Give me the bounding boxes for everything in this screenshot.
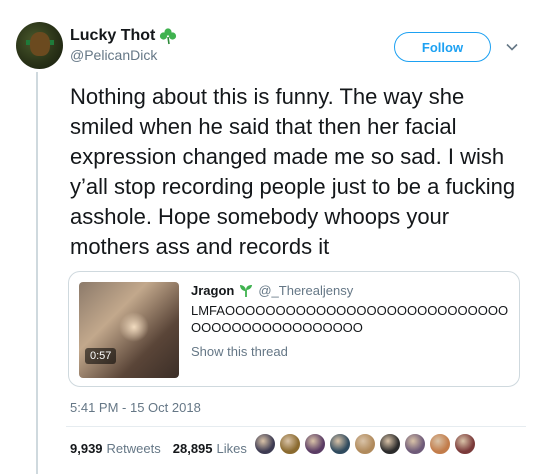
retweets-stat[interactable]: 9,939 Retweets (70, 441, 161, 456)
tweet-timestamp[interactable]: 5:41 PM - 15 Oct 2018 (70, 400, 201, 415)
liker-avatar[interactable] (354, 433, 376, 455)
liker-avatar[interactable] (329, 433, 351, 455)
quoted-text: LMFAOOOOOOOOOOOOOOOOOOOOOOOOOOOOOOOOOOOO… (191, 303, 509, 335)
liker-avatar[interactable] (454, 433, 476, 455)
liker-avatar[interactable] (279, 433, 301, 455)
author-info: Lucky Thot @PelicanDick (70, 27, 178, 63)
follow-button[interactable]: Follow (394, 32, 491, 62)
chevron-down-icon[interactable] (505, 40, 519, 54)
liker-avatar[interactable] (404, 433, 426, 455)
thread-line (36, 72, 38, 474)
liker-avatar[interactable] (379, 433, 401, 455)
liker-avatar[interactable] (429, 433, 451, 455)
quoted-handle: @_Therealjensy (258, 283, 354, 298)
quoted-video-thumbnail[interactable]: 0:57 (79, 282, 179, 378)
quoted-tweet-card[interactable]: 0:57 Jragon @_Therealjensy LMFAOOOOOOOOO… (68, 271, 520, 387)
seedling-icon (240, 284, 253, 297)
show-thread-link[interactable]: Show this thread (191, 344, 511, 359)
tweet-stats: 9,939 Retweets 28,895 Likes (70, 441, 247, 456)
author-avatar[interactable] (16, 22, 63, 69)
author-handle[interactable]: @PelicanDick (70, 47, 178, 63)
author-display-name[interactable]: Lucky Thot (70, 27, 155, 45)
liker-avatar[interactable] (254, 433, 276, 455)
stats-divider (66, 426, 526, 427)
shamrock-icon (160, 28, 177, 45)
liker-avatars (254, 433, 476, 455)
liker-avatar[interactable] (304, 433, 326, 455)
tweet-text: Nothing about this is funny. The way she… (70, 84, 516, 259)
likes-stat[interactable]: 28,895 Likes (173, 441, 247, 456)
quoted-display-name: Jragon (191, 283, 235, 298)
video-duration-badge: 0:57 (85, 348, 117, 364)
